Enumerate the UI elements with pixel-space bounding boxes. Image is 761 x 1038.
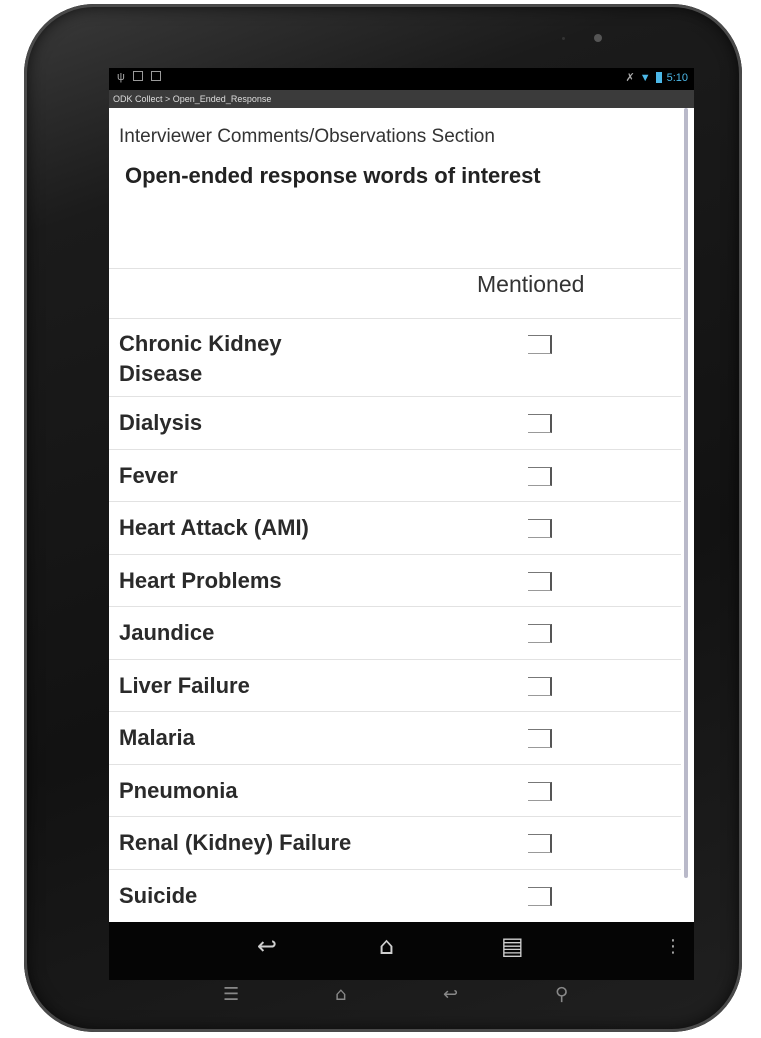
recents-icon[interactable]: ▤ (501, 932, 524, 960)
divider (109, 268, 681, 269)
section-hint: Interviewer Comments/Observations Sectio… (119, 126, 495, 147)
list-item[interactable]: Fever (109, 448, 681, 503)
image-notification-icon (150, 71, 161, 81)
item-label: Dialysis (119, 410, 203, 435)
mentioned-checkbox[interactable] (528, 886, 552, 906)
item-label: Renal (Kidney) Failure (119, 830, 352, 855)
item-label: Heart Problems (119, 567, 282, 593)
list-item[interactable]: Heart Attack (AMI) (109, 501, 681, 555)
list-item[interactable]: Malaria (109, 711, 681, 765)
mentioned-checkbox[interactable] (528, 414, 552, 433)
mentioned-checkbox[interactable] (528, 335, 552, 354)
list-item[interactable]: Jaundice (109, 606, 681, 660)
status-bar: ψ ✗ ▼ 5:10 (109, 68, 694, 90)
list-item[interactable]: Chronic Kidney Disease (109, 318, 681, 397)
app-title-bar: ODK Collect > Open_Ended_Response (109, 90, 694, 108)
item-label: Chronic Kidney Disease (119, 331, 282, 386)
menu-key-icon[interactable]: ☰ (223, 984, 239, 1005)
mentioned-checkbox[interactable] (528, 781, 552, 801)
scrollbar[interactable] (684, 108, 688, 878)
list-item[interactable]: Dialysis (109, 396, 681, 450)
item-label: Jaundice (119, 620, 215, 645)
question-text: Open-ended response words of interest (125, 163, 541, 188)
sd-card-icon (132, 71, 143, 81)
device-screen: ψ ✗ ▼ 5:10 ODK Collect > Open_Ended_Resp… (109, 68, 694, 980)
mentioned-checkbox[interactable] (528, 571, 552, 591)
item-label: Suicide (119, 882, 198, 908)
search-key-icon[interactable]: ⚲ (555, 984, 568, 1005)
clock: 5:10 (666, 71, 688, 84)
list-item[interactable]: Heart Problems (109, 553, 681, 608)
mentioned-checkbox[interactable] (528, 834, 552, 853)
list-item[interactable]: Suicide (109, 868, 681, 923)
notification-icons: ψ (117, 71, 161, 83)
home-icon[interactable]: ⌂ (379, 932, 394, 960)
usb-icon: ψ (117, 71, 125, 83)
system-navigation-bar: ↩ ⌂ ▤ ⋮ (109, 922, 694, 980)
mentioned-checkbox[interactable] (528, 729, 552, 748)
tablet-device-frame: ψ ✗ ▼ 5:10 ODK Collect > Open_Ended_Resp… (24, 4, 742, 1032)
sensor-dot (562, 37, 565, 40)
item-label: Liver Failure (119, 672, 250, 698)
list-item[interactable]: Liver Failure (109, 658, 681, 713)
list-item[interactable]: Pneumonia (109, 763, 681, 818)
wifi-icon: ▼ (639, 71, 651, 84)
item-label: Heart Attack (AMI) (119, 515, 309, 540)
bluetooth-icon: ✗ (625, 72, 635, 84)
form-content[interactable]: Interviewer Comments/Observations Sectio… (109, 108, 694, 922)
app-title: ODK Collect > Open_Ended_Response (113, 94, 272, 104)
mentioned-checkbox[interactable] (528, 519, 552, 538)
battery-icon (655, 72, 662, 83)
item-label: Fever (119, 462, 178, 488)
back-key-icon[interactable]: ↩ (443, 984, 458, 1005)
column-header-mentioned: Mentioned (477, 271, 585, 297)
home-key-icon[interactable]: ⌂ (335, 984, 346, 1005)
back-icon[interactable]: ↩ (257, 932, 277, 960)
item-label: Malaria (119, 725, 195, 750)
mentioned-checkbox[interactable] (528, 466, 552, 486)
list-item[interactable]: Renal (Kidney) Failure (109, 816, 681, 870)
item-label: Pneumonia (119, 777, 238, 803)
front-camera (594, 34, 602, 42)
overflow-menu-icon[interactable]: ⋮ (664, 936, 682, 957)
system-icons: ✗ ▼ 5:10 (625, 71, 688, 85)
mentioned-checkbox[interactable] (528, 676, 552, 696)
mentioned-checkbox[interactable] (528, 624, 552, 643)
